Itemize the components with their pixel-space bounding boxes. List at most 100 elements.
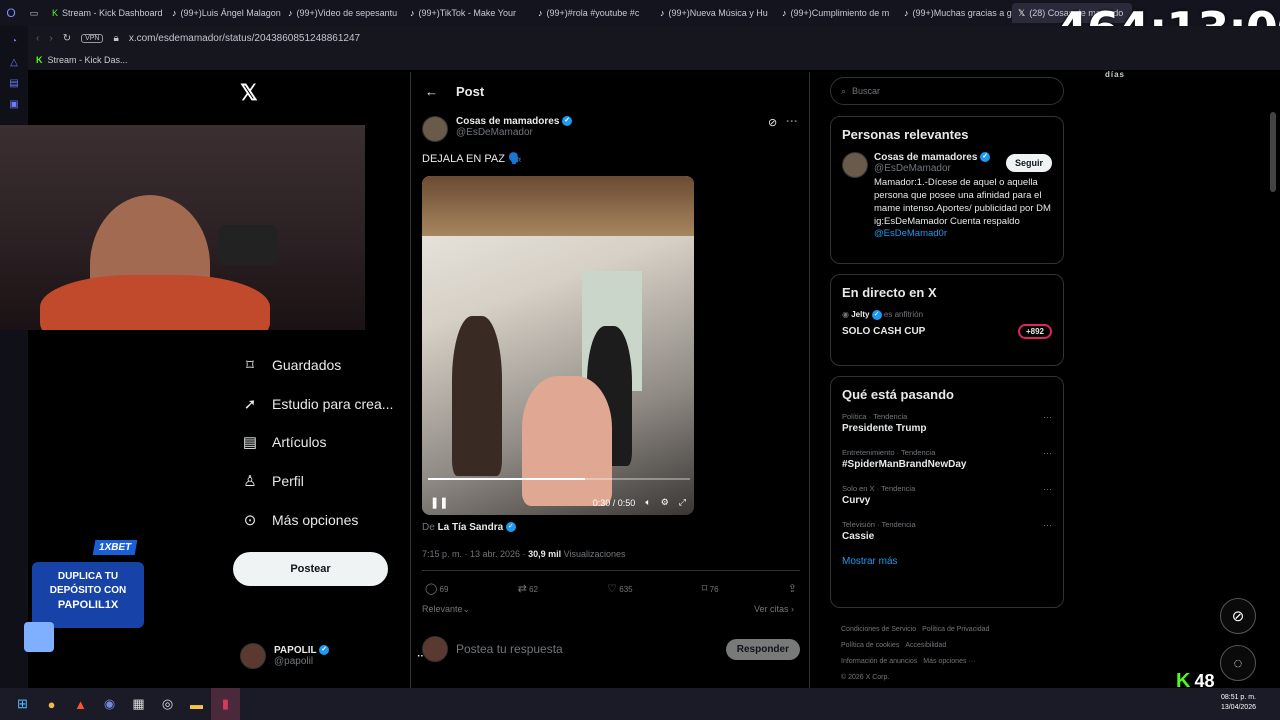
folder-icon[interactable]: ▬ [182,688,211,720]
fullscreen-icon[interactable]: ⤢ [679,497,686,508]
footer-link[interactable]: Condiciones de Servicio [841,626,916,633]
opera-logo-icon[interactable]: O [0,0,22,26]
settings-icon[interactable]: ⚙ [661,497,669,508]
bookmark-item[interactable]: Stream - Kick Das... [48,55,128,65]
trend-item[interactable]: Televisión · Tendencia Cassie ··· [842,520,1052,542]
video-controls: ❚❚ 0:30 / 0:50 🔈︎ ⚙ ⤢ [430,496,686,509]
account-switcher[interactable]: PAPOLIL ✓ @papolil ··· [240,643,427,669]
reply-input[interactable]: Postea tu respuesta [456,642,563,656]
mail-icon[interactable]: ▤ [0,78,28,89]
bio: Mamador:1.-Dícese de aquel o aquella per… [874,177,1051,227]
card-title: Personas relevantes [842,127,969,142]
avatar[interactable] [842,152,868,178]
tab-workspaces[interactable]: ▭ [22,3,46,23]
url-text[interactable]: x.com/esdemamador/status/204386085124886… [129,33,360,44]
footer-link[interactable]: Política de Privacidad [922,626,989,633]
workspaces-icon: ▭ [29,7,39,18]
footer-links: Condiciones de Servicio Política de Priva… [841,622,1041,686]
post-author[interactable]: Cosas de mamadores ✓ @EsDeMamador [422,116,573,142]
vpn-badge[interactable]: VPN [81,33,104,43]
repost-action[interactable]: ⇄ 62 [518,582,538,595]
show-more-link[interactable]: Mostrar más [842,556,1052,567]
back-icon[interactable]: ‹ [36,33,39,44]
sort-dropdown[interactable]: Relevante⌄ [422,604,470,615]
divider [422,570,800,571]
video-progress-bar[interactable] [428,478,690,480]
gift-icon [24,622,54,652]
browser-tab[interactable]: ♪ (99+)Luis Ángel Malagon [166,3,282,23]
windows-start-icon[interactable]: ⊞ [8,688,37,720]
x-logo-icon[interactable]: 𝕏 [240,80,258,106]
footer-link[interactable]: Más opciones ··· [923,658,975,665]
nav-item-more[interactable]: ⊙ Más opciones [242,511,359,529]
promo-brand: 1XBET [92,540,138,555]
bio-link[interactable]: @EsDeMamad0r [874,228,1052,239]
messenger-icon[interactable]: ◔ [0,36,28,47]
obs-icon[interactable]: ◎ [153,688,182,720]
follow-button[interactable]: Seguir [1005,154,1052,172]
grok-icon[interactable]: ⊘ [768,116,777,129]
system-clock[interactable]: 08:51 p. m. 13/04/2026 [1221,693,1256,713]
store-icon[interactable]: ▦ [124,688,153,720]
nav-item-bookmarks[interactable]: ⌑ Guardados [242,356,341,374]
trend-item[interactable]: Solo en X · Tendencia Curvy ··· [842,484,1052,506]
more-icon[interactable]: ··· [1043,412,1052,434]
windows-taskbar: ⊞ ● ▲ ◉ ▦ ◎ ▬ ▮ 08:51 p. m. 13/04/2026 [0,688,1280,720]
browser-tab[interactable]: K Stream - Kick Dashboard [46,3,166,23]
verified-icon: ✓ [319,645,330,656]
browser-tab[interactable]: ♪ (99+)#rola #youtube #c [532,3,654,23]
volume-icon[interactable]: 🔈︎ [645,497,650,508]
share-icon[interactable]: ⇪ [788,582,797,595]
more-icon[interactable]: ··· [1043,484,1052,506]
app-icon[interactable]: ● [37,688,66,720]
quotes-link[interactable]: Ver citas › [754,604,794,614]
microphone [218,225,278,265]
repost-icon: ⇄ [517,583,527,595]
aria-icon[interactable]: △ [0,57,28,68]
browser-tab[interactable]: ♪ (99+)Muchas gracias a g [898,3,1012,23]
video-source: De La Tía Sandra ✓ [422,522,516,533]
pause-icon[interactable]: ❚❚ [430,496,448,509]
footer-link[interactable]: Accesibilidad [905,642,946,649]
nav-item-creator-studio[interactable]: ➚ Estudio para crea... [242,395,394,413]
nav-item-articles[interactable]: ▤ Artículos [242,433,327,451]
post-button[interactable]: Postear [233,552,388,586]
forward-icon[interactable]: › [49,33,52,44]
trending-card: Qué está pasando Política · Tendencia Pre… [830,376,1064,608]
opera-taskbar-icon[interactable]: ▮ [211,688,240,720]
source-link[interactable]: La Tía Sandra [438,522,504,533]
more-icon[interactable]: ··· [1043,520,1052,542]
heart-icon: ♡ [607,583,618,595]
nav-item-profile[interactable]: ♙ Perfil [242,472,304,490]
footer-link[interactable]: Política de cookies [841,642,899,649]
browser-tab[interactable]: ♪ (99+)Video de sepesantu [282,3,404,23]
more-icon[interactable]: ··· [1043,448,1052,470]
kick-icon: K [36,55,43,65]
live-card[interactable]: En directo en X ◉ Jelty ✓ es anfitrión S… [830,274,1064,366]
reply-action[interactable]: ◯ 69 [425,582,448,595]
like-action[interactable]: ♡ 635 [607,582,632,595]
messages-fab-icon[interactable]: ◌ [1220,645,1256,681]
more-icon[interactable]: ··· [786,114,798,128]
bookmark-action[interactable]: ⌑ 76 [702,582,719,595]
brave-icon[interactable]: ▲ [66,688,95,720]
reply-button[interactable]: Responder [725,638,800,660]
author-avatar[interactable] [422,116,448,142]
browser-tab[interactable]: ♪ (99+)TikTok - Make Your [404,3,532,23]
browser-tab[interactable]: ♪ (99+)Cumplimiento de m [776,3,898,23]
kick-icon: K [52,8,59,18]
player-icon[interactable]: ▣ [0,99,28,110]
back-arrow-icon[interactable]: ← [425,84,438,99]
discord-icon[interactable]: ◉ [95,688,124,720]
address-bar[interactable]: ‹ › ↻ VPN 🔒︎ x.com/esdemamador/status/20… [28,26,1280,50]
trend-item[interactable]: Entretenimiento · Tendencia #SpiderManBra… [842,448,1052,470]
reload-icon[interactable]: ↻ [63,33,71,44]
chevron-right-icon: › [791,604,795,614]
grok-fab-icon[interactable]: ⊘ [1220,598,1256,634]
trend-item[interactable]: Política · Tendencia Presidente Trump ··· [842,412,1052,434]
search-input[interactable]: ⌕ Buscar [830,77,1064,105]
video-player[interactable]: ❚❚ 0:30 / 0:50 🔈︎ ⚙ ⤢ [422,176,694,515]
footer-link[interactable]: Información de anuncios [841,658,917,665]
browser-tab[interactable]: ♪ (99+)Nueva Música y Hu [654,3,776,23]
scrollbar[interactable] [1270,112,1276,192]
